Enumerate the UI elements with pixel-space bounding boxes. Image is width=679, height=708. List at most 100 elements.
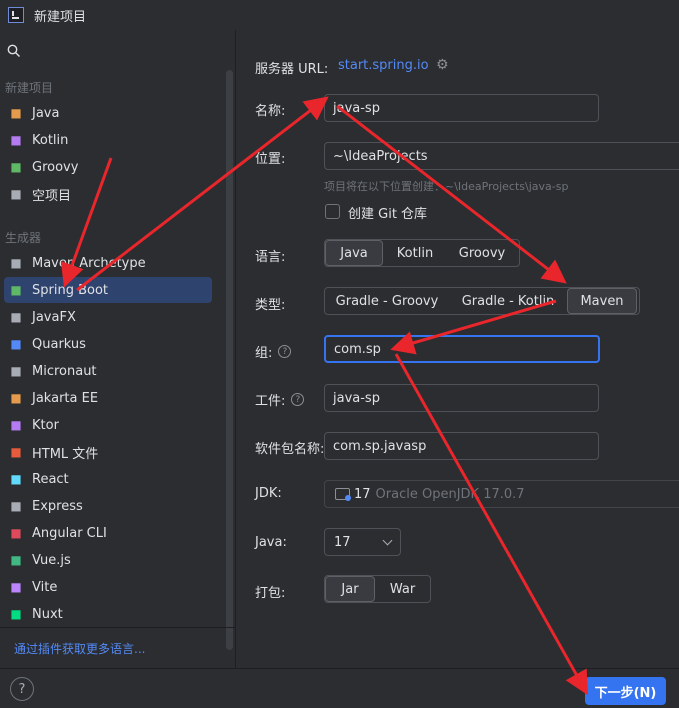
types-option[interactable]: Gradle - Groovy	[325, 288, 449, 314]
micronaut-icon: ■	[10, 364, 22, 378]
nuxt-icon: ■	[10, 607, 22, 621]
html-icon: ■	[10, 445, 22, 459]
sidebar-item-express[interactable]: ■ Express	[4, 493, 212, 519]
sidebar-item-react[interactable]: ■ React	[4, 466, 212, 492]
sidebar-item-ktor[interactable]: ■ Ktor	[4, 412, 212, 438]
maven-icon: ■	[10, 256, 22, 270]
packaging-option[interactable]: War	[375, 576, 430, 602]
group-label: 组:?	[255, 342, 292, 361]
chevron-down-icon	[382, 535, 393, 546]
title-bar: 新建项目	[0, 0, 679, 30]
react-icon: ■	[10, 472, 22, 486]
sidebar: 新建项目 ■ Java ■ Kotlin ■ Groovy ■ 空项目 生成器 ■ Maven …	[0, 30, 236, 668]
sidebar-item-maven-archetype[interactable]: ■ Maven Archetype	[4, 250, 212, 276]
sidebar-item-label: JavaFX	[32, 309, 76, 325]
sidebar-item-label: 空项目	[32, 188, 72, 204]
sidebar-divider	[0, 627, 236, 628]
jdk-version: 17	[354, 486, 371, 502]
jdk-label: JDK:	[255, 486, 282, 501]
sidebar-item-label: HTML 文件	[32, 446, 99, 462]
sidebar-item-label: Vite	[32, 579, 58, 595]
jakarta-ee-icon: ■	[10, 391, 22, 405]
sidebar-item-spring-boot[interactable]: ■ Spring Boot	[4, 277, 212, 303]
languages-option[interactable]: Java	[325, 240, 383, 266]
ktor-icon: ■	[10, 418, 22, 432]
create-git-checkbox[interactable]	[325, 204, 340, 219]
javafx-icon: ■	[10, 310, 22, 324]
java-icon: ■	[10, 106, 22, 120]
quarkus-icon: ■	[10, 337, 22, 351]
empty-project-icon: ■	[10, 187, 22, 201]
more-languages-link[interactable]: 通过插件获取更多语言...	[14, 640, 145, 657]
sidebar-item-label: Nuxt	[32, 606, 63, 622]
sidebar-item-label: Ktor	[32, 417, 59, 433]
vite-icon: ■	[10, 580, 22, 594]
artifact-field[interactable]: java-sp	[324, 384, 599, 412]
sidebar-item-angular-cli[interactable]: ■ Angular CLI	[4, 520, 212, 546]
location-label: 位置:	[255, 152, 286, 167]
sidebar-item-micronaut[interactable]: ■ Micronaut	[4, 358, 212, 384]
search-icon[interactable]	[7, 44, 21, 58]
server-url-link[interactable]: start.spring.io	[338, 58, 429, 73]
sidebar-item-html[interactable]: ■ HTML 文件	[4, 439, 212, 465]
packaging-option[interactable]: Jar	[325, 576, 375, 602]
types-option[interactable]: Gradle - Kotlin	[449, 288, 567, 314]
jdk-folder-icon	[335, 488, 351, 501]
create-git-label[interactable]: 创建 Git 仓库	[348, 203, 427, 222]
sidebar-item-[interactable]: ■ 空项目	[4, 181, 212, 207]
languages-option[interactable]: Groovy	[447, 240, 517, 266]
sidebar-item-java[interactable]: ■ Java	[4, 100, 212, 126]
build-type-selector: Gradle - Groovy Gradle - Kotlin Maven	[324, 287, 640, 315]
help-icon[interactable]: ?	[278, 345, 292, 358]
sidebar-item-javafx[interactable]: ■ JavaFX	[4, 304, 212, 330]
sidebar-item-label: Vue.js	[32, 552, 71, 568]
express-icon: ■	[10, 499, 22, 513]
help-button[interactable]: ?	[10, 677, 34, 701]
sidebar-item-label: Maven Archetype	[32, 255, 146, 271]
location-field[interactable]: ~\IdeaProjects	[324, 142, 679, 170]
sidebar-item-label: Jakarta EE	[32, 390, 99, 406]
sidebar-item-vite[interactable]: ■ Vite	[4, 574, 212, 600]
jdk-name: Oracle OpenJDK 17.0.7	[375, 486, 525, 502]
spring-boot-icon: ■	[10, 283, 22, 297]
groovy-icon: ■	[10, 160, 22, 174]
group-field[interactable]: com.sp	[324, 335, 600, 363]
sidebar-item-kotlin[interactable]: ■ Kotlin	[4, 127, 212, 153]
languages-option[interactable]: Kotlin	[383, 240, 447, 266]
vue-icon: ■	[10, 553, 22, 567]
name-field[interactable]: java-sp	[324, 94, 599, 122]
sidebar-item-label: Angular CLI	[32, 525, 107, 541]
types-option[interactable]: Maven	[567, 288, 637, 314]
language-label: 语言:	[255, 250, 286, 265]
kotlin-icon: ■	[10, 133, 22, 147]
sidebar-item-label: Kotlin	[32, 132, 69, 148]
next-button[interactable]: 下一步(N)	[585, 677, 666, 705]
name-label: 名称:	[255, 104, 286, 119]
package-name-label: 软件包名称:	[255, 442, 325, 457]
location-hint: 项目将在以下位置创建：~\IdeaProjects\java-sp	[324, 180, 569, 193]
sidebar-scrollbar[interactable]	[226, 70, 233, 650]
java-version-dropdown[interactable]: 17	[324, 528, 401, 556]
sidebar-item-label: Groovy	[32, 159, 79, 175]
sidebar-item-nuxt[interactable]: ■ Nuxt	[4, 601, 212, 627]
intellij-logo-icon	[8, 7, 24, 23]
package-name-field[interactable]: com.sp.javasp	[324, 432, 599, 460]
sidebar-item-label: Micronaut	[32, 363, 97, 379]
sidebar-item-vue-js[interactable]: ■ Vue.js	[4, 547, 212, 573]
new-project-section-label: 新建项目	[5, 81, 54, 95]
angular-icon: ■	[10, 526, 22, 540]
sidebar-item-quarkus[interactable]: ■ Quarkus	[4, 331, 212, 357]
java-version-label: Java:	[255, 535, 287, 550]
language-selector: Java Kotlin Groovy	[324, 239, 520, 267]
java-version-value: 17	[334, 534, 351, 550]
artifact-label: 工件:?	[255, 390, 305, 409]
project-form: 服务器 URL: start.spring.io ⚙ 名称: java-sp 位…	[237, 30, 679, 668]
sidebar-item-groovy[interactable]: ■ Groovy	[4, 154, 212, 180]
sidebar-item-label: Java	[32, 105, 60, 121]
jdk-dropdown[interactable]: 17 Oracle OpenJDK 17.0.7	[324, 480, 679, 508]
help-icon[interactable]: ?	[291, 393, 305, 406]
gear-icon[interactable]: ⚙	[436, 58, 450, 72]
sidebar-item-jakarta-ee[interactable]: ■ Jakarta EE	[4, 385, 212, 411]
sidebar-item-label: Spring Boot	[32, 282, 109, 298]
packaging-label: 打包:	[255, 586, 286, 601]
